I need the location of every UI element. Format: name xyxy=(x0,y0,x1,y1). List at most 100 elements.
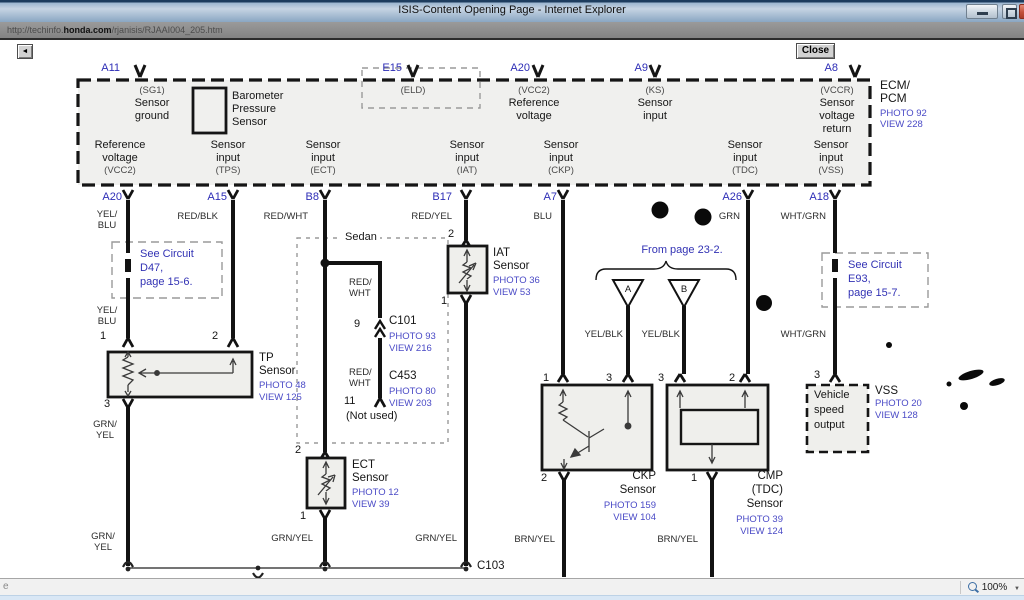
c101-view-link[interactable]: VIEW 216 xyxy=(389,343,432,355)
vss-view-link[interactable]: VIEW 128 xyxy=(875,410,918,422)
iat-pin-2: 2 xyxy=(448,228,454,241)
c453-name: C453 xyxy=(389,370,417,383)
pin-label-a15: A15 xyxy=(187,191,227,204)
c101-photo-link[interactable]: PHOTO 93 xyxy=(389,331,436,343)
wire-grn: GRN xyxy=(700,211,740,222)
pin-label-a20: A20 xyxy=(82,191,122,204)
wire-red-yel: RED/YEL xyxy=(396,211,452,222)
ect-name-1: ECT xyxy=(352,459,375,472)
ecm-title: ECM/ PCM xyxy=(880,79,910,105)
pin-label-a9: A9 xyxy=(608,62,648,75)
wire-grn-yel-ect: GRN/YEL xyxy=(257,533,313,544)
ckp-pin-1: 1 xyxy=(543,372,549,385)
cmp-photo-link[interactable]: PHOTO 39 xyxy=(723,514,783,526)
vss-pin-3: 3 xyxy=(814,369,820,382)
pin-label-e15: E15 xyxy=(362,62,402,75)
ckp-name-1: CKP xyxy=(596,470,656,483)
iat-view-link[interactable]: VIEW 53 xyxy=(493,287,531,299)
ckp-view-link[interactable]: VIEW 104 xyxy=(596,512,656,524)
ecm-func-ect: Sensorinput(ECT) xyxy=(288,139,358,177)
triangle-a-label: A xyxy=(620,283,636,296)
wire-red-wht-2: RED/WHT xyxy=(349,277,372,299)
zoom-control[interactable]: 100% ▼ xyxy=(968,581,1020,594)
ecm-func-ks: (KS) Sensor input xyxy=(615,85,695,123)
note-see-circuit-d47[interactable]: See Circuit D47, page 15-6. xyxy=(140,247,194,289)
pin-label-a18: A18 xyxy=(789,191,829,204)
wire-yel-blu-1: YEL/BLU xyxy=(90,209,124,231)
ecm-func-ckp: Sensorinput(CKP) xyxy=(526,139,596,177)
c101-name: C101 xyxy=(389,315,417,328)
vss-photo-link[interactable]: PHOTO 20 xyxy=(875,398,922,410)
wire-yel-blk-b: YEL/BLK xyxy=(630,329,680,340)
ecm-func-vccr: (VCCR) Sensor voltage return xyxy=(798,85,876,136)
ecm-view-link[interactable]: VIEW 228 xyxy=(880,119,923,131)
tp-pin-1: 1 xyxy=(100,330,106,343)
pin-label-a20-top: A20 xyxy=(490,62,530,75)
zoom-level: 100% xyxy=(982,582,1008,593)
cmp-pin-3: 3 xyxy=(658,372,664,385)
c453-photo-link[interactable]: PHOTO 80 xyxy=(389,386,436,398)
cmp-pin-1: 1 xyxy=(691,472,697,485)
wire-grn-yel-tp: GRN/YEL xyxy=(88,419,122,441)
ckp-pin-2: 2 xyxy=(541,472,547,485)
ect-pin-2: 2 xyxy=(295,444,301,457)
c453-pin-11: 11 xyxy=(344,395,355,408)
pin-label-a11: A11 xyxy=(80,62,120,75)
ckp-photo-link[interactable]: PHOTO 159 xyxy=(596,500,656,512)
status-separator xyxy=(960,581,961,594)
status-bar: e 100% ▼ xyxy=(0,578,1024,600)
ecm-func-vss: Sensorinput(VSS) xyxy=(796,139,866,177)
ect-view-link[interactable]: VIEW 39 xyxy=(352,499,390,511)
wire-wht-grn-2: WHT/GRN xyxy=(770,329,826,340)
tp-photo-link[interactable]: PHOTO 48 xyxy=(259,380,306,392)
cmp-pin-2: 2 xyxy=(729,372,735,385)
browser-window: ISIS-Content Opening Page - Internet Exp… xyxy=(0,0,1024,600)
ect-photo-link[interactable]: PHOTO 12 xyxy=(352,487,399,499)
not-used-label: (Not used) xyxy=(346,410,397,423)
cmp-view-link[interactable]: VIEW 124 xyxy=(723,526,783,538)
vss-output-label: Vehicle speed output xyxy=(814,388,849,433)
iat-name-2: Sensor xyxy=(493,260,529,273)
iat-name-1: IAT xyxy=(493,247,510,260)
statusbar-strip xyxy=(0,595,1024,600)
wire-red-blk: RED/BLK xyxy=(162,211,218,222)
iat-pin-1: 1 xyxy=(441,295,447,308)
wire-wht-grn-1: WHT/GRN xyxy=(770,211,826,222)
wire-brn-yel-cmp: BRN/YEL xyxy=(642,534,698,545)
ect-name-2: Sensor xyxy=(352,472,388,485)
pin-label-b17: B17 xyxy=(412,191,452,204)
ckp-name-2: Sensor xyxy=(596,484,656,497)
from-page-symbols xyxy=(596,261,736,307)
status-text: e xyxy=(3,581,9,592)
zoom-caret-icon[interactable]: ▼ xyxy=(1014,586,1020,592)
wire-blu: BLU xyxy=(512,211,552,222)
ecm-func-sg1: (SG1) Sensor ground xyxy=(112,85,192,123)
sensor-boxes xyxy=(108,246,868,508)
ecm-func-vcc2-top: (VCC2) Reference voltage xyxy=(494,85,574,123)
magnifier-icon xyxy=(968,582,977,591)
triangle-b-label: B xyxy=(676,283,692,296)
cmp-name-2: (TDC) xyxy=(723,484,783,497)
pin-label-a26: A26 xyxy=(702,191,742,204)
note-see-circuit-e93[interactable]: See Circuit E93, page 15-7. xyxy=(848,258,902,300)
c103-name: C103 xyxy=(477,560,505,573)
iat-photo-link[interactable]: PHOTO 36 xyxy=(493,275,540,287)
note-from-page[interactable]: From page 23-2. xyxy=(607,244,757,257)
pin-label-b8: B8 xyxy=(279,191,319,204)
ecm-func-eld: (ELD) xyxy=(378,85,448,97)
ecm-func-tps: Sensorinput(TPS) xyxy=(193,139,263,177)
ecm-func-tdc: Sensorinput(TDC) xyxy=(710,139,780,177)
wire-red-wht-3: RED/WHT xyxy=(349,367,372,389)
ecm-photo-link[interactable]: PHOTO 92 xyxy=(880,108,927,120)
pin-label-a8: A8 xyxy=(798,62,838,75)
cmp-name-3: Sensor xyxy=(723,498,783,511)
c453-view-link[interactable]: VIEW 203 xyxy=(389,398,432,410)
ecm-func-iat: Sensorinput(IAT) xyxy=(432,139,502,177)
tp-pin-2: 2 xyxy=(212,330,218,343)
ink-specks xyxy=(652,202,1006,411)
barometer-label: Barometer Pressure Sensor xyxy=(232,90,283,129)
sedan-label: Sedan xyxy=(342,231,380,244)
tp-view-link[interactable]: VIEW 125 xyxy=(259,392,302,404)
ckp-pin-3: 3 xyxy=(606,372,612,385)
wire-grn-yel-iat: GRN/YEL xyxy=(401,533,457,544)
